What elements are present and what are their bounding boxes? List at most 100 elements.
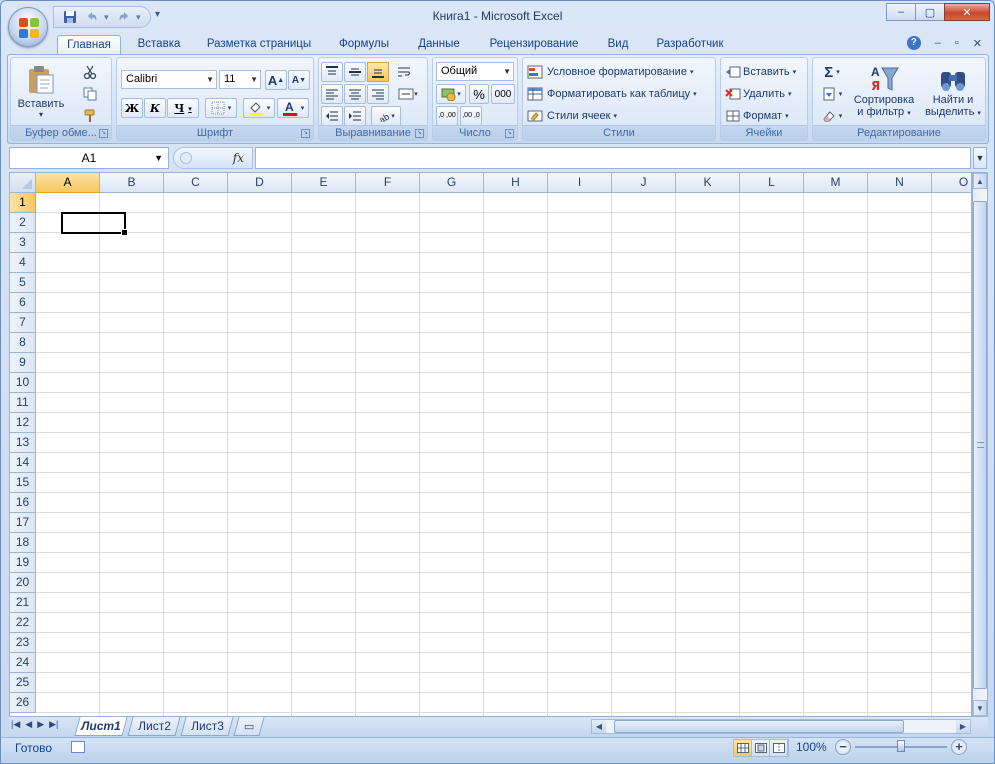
number-format-combo[interactable]: Общий ▼: [436, 62, 514, 81]
font-name-combo[interactable]: Calibri ▼: [121, 70, 217, 89]
first-sheet-icon[interactable]: |◀: [11, 719, 20, 730]
cell-styles-button[interactable]: Стили ячеек ▾: [527, 106, 713, 126]
merge-center-icon[interactable]: ▾: [393, 84, 423, 104]
decrease-decimal-button[interactable]: ,00 ,0: [460, 106, 482, 126]
undo-icon[interactable]: [82, 8, 102, 26]
column-header[interactable]: C: [164, 173, 228, 193]
format-as-table-button[interactable]: Форматировать как таблицу ▾: [527, 84, 713, 104]
page-layout-view-icon[interactable]: [752, 740, 770, 756]
row-header[interactable]: 6: [10, 293, 36, 313]
row-header[interactable]: 20: [10, 573, 36, 593]
vertical-scroll-thumb[interactable]: [973, 201, 987, 689]
vertical-scrollbar[interactable]: ▲ ▼: [972, 172, 988, 717]
paste-button[interactable]: Вставить ▾: [15, 60, 67, 122]
row-header[interactable]: 26: [10, 693, 36, 713]
row-header[interactable]: 11: [10, 393, 36, 413]
font-size-combo[interactable]: 11 ▼: [219, 70, 261, 89]
cells-area[interactable]: [36, 193, 971, 716]
redo-icon[interactable]: [114, 8, 134, 26]
decrease-indent-icon[interactable]: [321, 106, 343, 126]
customize-qat-icon[interactable]: ▾: [155, 9, 160, 20]
scroll-down-icon[interactable]: ▼: [973, 700, 987, 716]
tab-data[interactable]: Данные: [407, 35, 471, 55]
shrink-font-button[interactable]: A ▼: [288, 70, 310, 90]
ribbon-restore-button[interactable]: ▫: [955, 37, 959, 49]
zoom-out-icon[interactable]: −: [835, 739, 851, 755]
scroll-up-icon[interactable]: ▲: [973, 173, 987, 189]
sheet-tab-1[interactable]: Лист1: [74, 717, 128, 736]
tab-home[interactable]: Главная: [57, 35, 121, 55]
clear-button[interactable]: ▾: [817, 106, 847, 126]
align-right-icon[interactable]: [367, 84, 389, 104]
column-header[interactable]: B: [100, 173, 164, 193]
row-header[interactable]: 13: [10, 433, 36, 453]
row-header[interactable]: 3: [10, 233, 36, 253]
scroll-right-icon[interactable]: ▶: [956, 720, 970, 733]
row-header[interactable]: 19: [10, 553, 36, 573]
grow-font-button[interactable]: A ▲: [265, 70, 287, 90]
row-header[interactable]: 2: [10, 213, 36, 233]
tab-formulas[interactable]: Формулы: [329, 35, 399, 55]
increase-indent-icon[interactable]: [344, 106, 366, 126]
format-cells-button[interactable]: Формат ▾: [725, 106, 805, 126]
tab-view[interactable]: Вид: [597, 35, 639, 55]
cut-icon[interactable]: [79, 62, 101, 82]
find-select-button[interactable]: Найти и выделить ▾: [921, 60, 985, 124]
tab-review[interactable]: Рецензирование: [479, 35, 589, 55]
formula-input[interactable]: [255, 147, 971, 169]
bold-button[interactable]: Ж: [121, 98, 143, 118]
row-header[interactable]: 7: [10, 313, 36, 333]
align-bottom-icon[interactable]: [367, 62, 389, 82]
tab-page-layout[interactable]: Разметка страницы: [197, 35, 321, 55]
orientation-icon[interactable]: ab ▾: [371, 106, 401, 126]
column-header[interactable]: O: [932, 173, 971, 193]
zoom-in-icon[interactable]: +: [951, 739, 967, 755]
row-header[interactable]: 5: [10, 273, 36, 293]
column-header[interactable]: D: [228, 173, 292, 193]
italic-button[interactable]: К: [144, 98, 166, 118]
tab-insert[interactable]: Вставка: [129, 35, 189, 55]
macro-record-icon[interactable]: [71, 741, 85, 753]
tab-developer[interactable]: Разработчик: [647, 35, 733, 55]
row-header[interactable]: 9: [10, 353, 36, 373]
insert-function-icon[interactable]: fx: [233, 151, 244, 165]
underline-button[interactable]: Ч ▾: [167, 98, 199, 118]
select-all-button[interactable]: [10, 173, 36, 193]
currency-format-icon[interactable]: ▾: [436, 84, 466, 104]
row-header[interactable]: 8: [10, 333, 36, 353]
align-top-icon[interactable]: [321, 62, 343, 82]
redo-dropdown-icon[interactable]: ▾: [136, 8, 144, 26]
close-button[interactable]: ✕: [944, 3, 990, 21]
align-left-icon[interactable]: [321, 84, 343, 104]
fill-color-button[interactable]: ▾: [243, 98, 275, 118]
column-header[interactable]: N: [868, 173, 932, 193]
office-button[interactable]: [8, 7, 48, 47]
number-dialog-launcher[interactable]: ↘: [505, 129, 514, 138]
row-header[interactable]: 23: [10, 633, 36, 653]
help-icon[interactable]: ?: [906, 36, 921, 50]
row-header[interactable]: 18: [10, 533, 36, 553]
increase-decimal-button[interactable]: ,0 ,00: [436, 106, 458, 126]
column-header[interactable]: I: [548, 173, 612, 193]
conditional-formatting-button[interactable]: Условное форматирование ▾: [527, 62, 713, 82]
delete-cells-button[interactable]: Удалить ▾: [725, 84, 805, 104]
row-header[interactable]: 12: [10, 413, 36, 433]
row-header[interactable]: 22: [10, 613, 36, 633]
row-header[interactable]: 16: [10, 493, 36, 513]
column-header[interactable]: K: [676, 173, 740, 193]
save-icon[interactable]: [60, 8, 80, 26]
normal-view-icon[interactable]: [734, 740, 752, 756]
page-break-view-icon[interactable]: [770, 740, 788, 756]
format-painter-icon[interactable]: [79, 106, 101, 126]
clipboard-dialog-launcher[interactable]: ↘: [99, 129, 108, 138]
column-header[interactable]: A: [36, 173, 100, 193]
next-sheet-icon[interactable]: ▶: [37, 719, 44, 730]
ribbon-close-button[interactable]: ✕: [973, 37, 982, 50]
alignment-dialog-launcher[interactable]: ↘: [415, 129, 424, 138]
zoom-level[interactable]: 100%: [796, 740, 827, 754]
column-header[interactable]: J: [612, 173, 676, 193]
copy-icon[interactable]: [79, 84, 101, 104]
row-header[interactable]: 10: [10, 373, 36, 393]
column-header[interactable]: H: [484, 173, 548, 193]
scroll-left-icon[interactable]: ◀: [592, 720, 606, 733]
